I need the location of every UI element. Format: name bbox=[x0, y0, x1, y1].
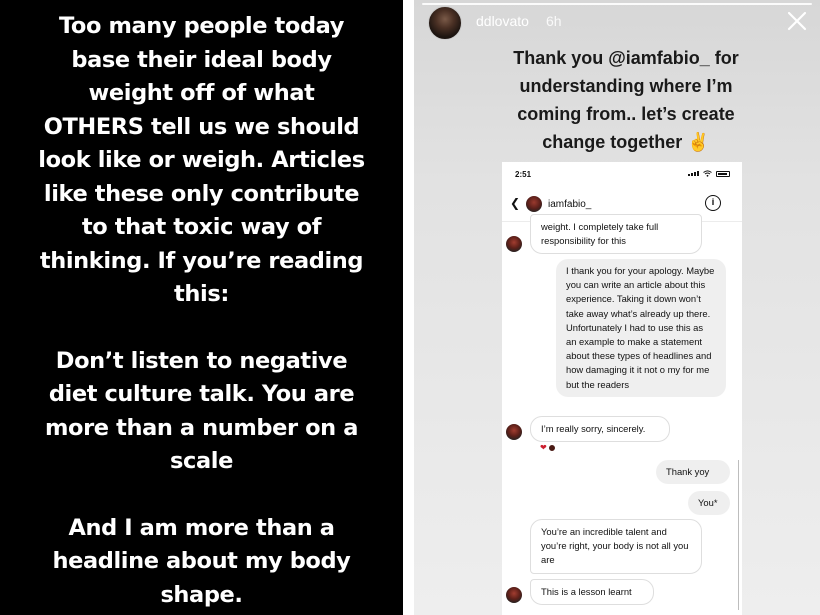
avatar[interactable] bbox=[428, 6, 462, 40]
message-bubble-incoming: weight. I completely take full responsib… bbox=[530, 214, 702, 255]
close-icon[interactable] bbox=[786, 10, 808, 32]
message-reactions: ❤ bbox=[540, 443, 556, 452]
panel-divider bbox=[403, 0, 414, 615]
story-line: like these only contribute bbox=[43, 180, 360, 207]
story-line: this: bbox=[174, 281, 229, 307]
signal-icon bbox=[688, 171, 699, 176]
story-line: scale bbox=[170, 448, 233, 474]
phone-status-bar: 2:51 bbox=[502, 162, 742, 186]
caption-line: understanding where I’m bbox=[519, 76, 733, 96]
contact-name[interactable]: iamfabio_ bbox=[548, 199, 591, 210]
story-line: to that toxic way of bbox=[81, 214, 322, 240]
story-line: weight off of what bbox=[88, 80, 315, 106]
caption-line: change together ✌️ bbox=[542, 132, 710, 152]
story-line: OTHERS tell us we should bbox=[43, 113, 360, 140]
story-username[interactable]: ddlovato bbox=[476, 13, 529, 29]
message-bubble-outgoing: Thank yoy bbox=[656, 460, 730, 485]
story-caption: Thank you @iamfabio_ for understanding w… bbox=[476, 44, 776, 156]
story-line: base their ideal body bbox=[71, 46, 332, 73]
story-line: look like or weigh. Articles bbox=[38, 147, 365, 173]
sender-avatar bbox=[506, 236, 522, 252]
message-bubble-incoming: You’re an incredible talent and you’re r… bbox=[530, 519, 702, 574]
message-bubble-incoming: This is a lesson learnt bbox=[530, 579, 654, 606]
reaction-avatar bbox=[547, 443, 556, 452]
story-line: headline about my body bbox=[52, 548, 351, 574]
story-timestamp: 6h bbox=[546, 13, 562, 29]
story-line: Don’t listen to negative bbox=[55, 347, 348, 374]
story-line: shape. bbox=[160, 581, 243, 608]
caption-line: coming from.. let’s create bbox=[517, 104, 735, 124]
story-paragraph-3: And I am more than a headline about my b… bbox=[0, 512, 403, 613]
info-icon[interactable]: i bbox=[705, 195, 721, 211]
story-paragraph-2: Don’t listen to negative diet culture ta… bbox=[0, 345, 403, 479]
status-icons bbox=[688, 170, 730, 177]
message-bubble-incoming: I’m really sorry, sincerely. bbox=[530, 416, 670, 443]
story-paragraph-1: Too many people today base their ideal b… bbox=[0, 10, 403, 312]
sender-avatar bbox=[506, 424, 522, 440]
battery-icon bbox=[716, 170, 730, 177]
story-line: And I am more than a bbox=[68, 514, 335, 541]
story-line: Too many people today bbox=[58, 13, 345, 39]
message-bubble-outgoing: You* bbox=[688, 491, 730, 516]
story-line: diet culture talk. You are bbox=[48, 381, 355, 407]
dm-screenshot: 2:51 ❮ iamfabio_ i weight. I completely … bbox=[502, 162, 742, 615]
caption-line: Thank you @iamfabio_ for bbox=[513, 48, 739, 68]
contact-avatar[interactable] bbox=[526, 196, 542, 212]
message-bubble-outgoing: I thank you for your apology. Maybe you … bbox=[556, 259, 726, 397]
story-line: more than a number on a bbox=[45, 414, 358, 441]
story-line: thinking. If you’re reading bbox=[39, 247, 364, 274]
heart-icon: ❤ bbox=[540, 443, 547, 452]
left-story-panel: Too many people today base their ideal b… bbox=[0, 0, 403, 615]
story-progress-bar bbox=[422, 3, 812, 5]
right-story-panel[interactable]: ddlovato 6h Thank you @iamfabio_ for und… bbox=[414, 0, 820, 615]
back-chevron-icon[interactable]: ❮ bbox=[510, 196, 520, 210]
wifi-icon bbox=[703, 170, 712, 177]
sender-avatar bbox=[506, 587, 522, 603]
scroll-indicator bbox=[738, 460, 739, 610]
status-time: 2:51 bbox=[515, 170, 532, 179]
